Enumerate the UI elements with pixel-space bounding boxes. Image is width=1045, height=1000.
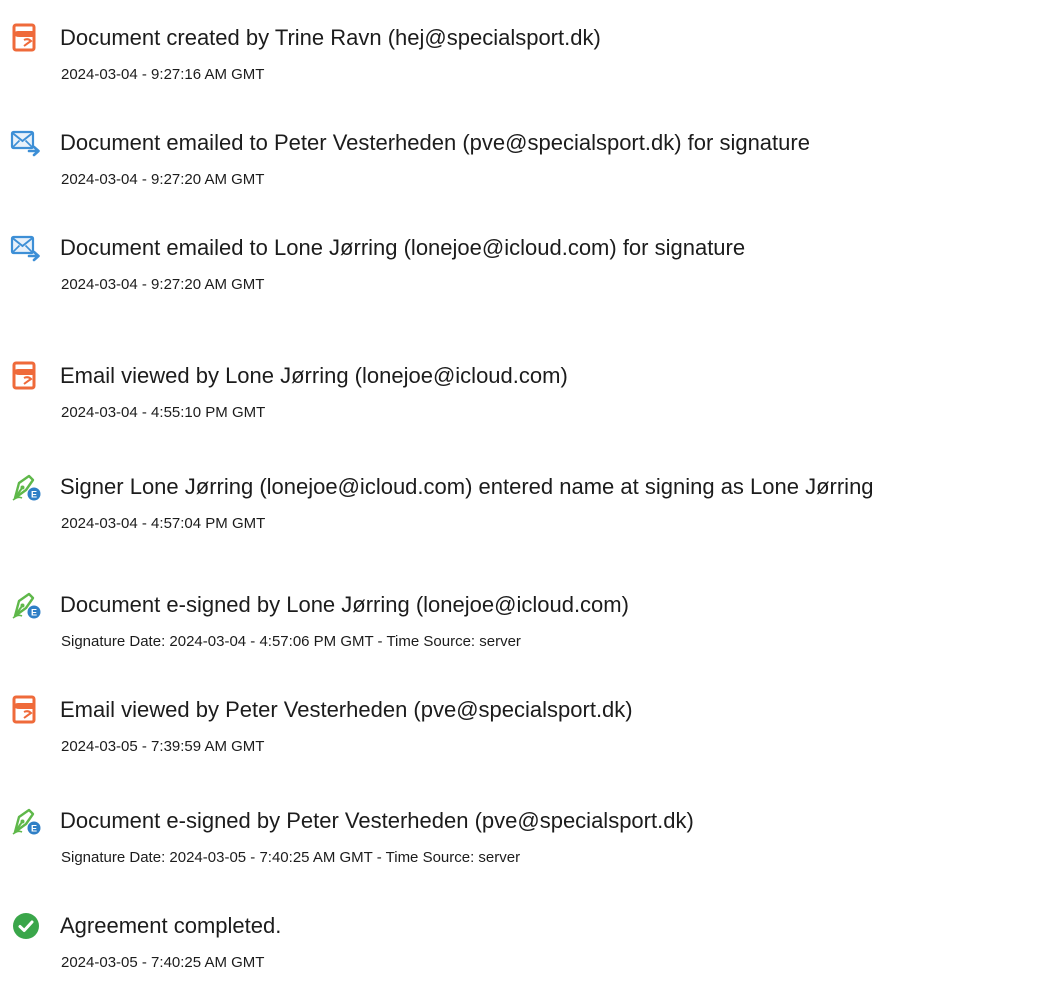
event-timestamp: 2024-03-04 - 4:57:04 PM GMT (61, 515, 266, 532)
event-timestamp: 2024-03-04 - 9:27:16 AM GMT (61, 66, 265, 83)
event-item: Email viewed by Lone Jørring (lonejoe@ic… (0, 360, 1045, 450)
svg-text:E: E (31, 607, 37, 617)
event-title: Document created by Trine Ravn (hej@spec… (60, 25, 601, 50)
event-timestamp: 2024-03-04 - 4:55:10 PM GMT (61, 404, 266, 421)
event-title: Document emailed to Lone Jørring (lonejo… (60, 235, 746, 260)
email-sent-icon (10, 127, 42, 159)
document-viewed-icon (10, 360, 42, 392)
event-signature-date: Signature Date: 2024-03-05 - 7:40:25 AM … (61, 849, 521, 866)
event-title: Document e-signed by Lone Jørring (lonej… (60, 592, 629, 617)
event-title: Email viewed by Lone Jørring (lonejoe@ic… (60, 363, 568, 388)
event-item: Document emailed to Lone Jørring (lonejo… (0, 232, 1045, 322)
document-viewed-icon (10, 694, 42, 726)
event-item: Agreement completed. 2024-03-05 - 7:40:2… (0, 910, 1045, 1000)
e-sign-pen-icon: E (10, 805, 42, 837)
event-title: Document emailed to Peter Vesterheden (p… (60, 130, 810, 155)
event-title: Agreement completed. (60, 913, 282, 938)
e-sign-pen-icon: E (10, 589, 42, 621)
check-circle-icon (10, 910, 42, 942)
email-sent-icon (10, 232, 42, 264)
event-title: Email viewed by Peter Vesterheden (pve@s… (60, 697, 633, 722)
event-timestamp: 2024-03-05 - 7:40:25 AM GMT (61, 954, 265, 971)
event-title: Signer Lone Jørring (lonejoe@icloud.com)… (60, 474, 874, 499)
event-item: E Signer Lone Jørring (lonejoe@icloud.co… (0, 471, 1045, 561)
event-item: Document created by Trine Ravn (hej@spec… (0, 22, 1045, 112)
event-timestamp: 2024-03-04 - 9:27:20 AM GMT (61, 171, 265, 188)
event-timestamp: 2024-03-04 - 9:27:20 AM GMT (61, 276, 265, 293)
event-signature-date: Signature Date: 2024-03-04 - 4:57:06 PM … (61, 633, 521, 650)
e-sign-pen-icon: E (10, 471, 42, 503)
svg-text:E: E (31, 823, 37, 833)
event-title: Document e-signed by Peter Vesterheden (… (60, 808, 694, 833)
svg-text:E: E (31, 489, 37, 499)
event-timestamp: 2024-03-05 - 7:39:59 AM GMT (61, 738, 265, 755)
event-item: Email viewed by Peter Vesterheden (pve@s… (0, 694, 1045, 784)
event-item: E Document e-signed by Lone Jørring (lon… (0, 589, 1045, 679)
event-item: Document emailed to Peter Vesterheden (p… (0, 127, 1045, 217)
event-item: E Document e-signed by Peter Vesterheden… (0, 805, 1045, 895)
document-created-icon (10, 22, 42, 54)
